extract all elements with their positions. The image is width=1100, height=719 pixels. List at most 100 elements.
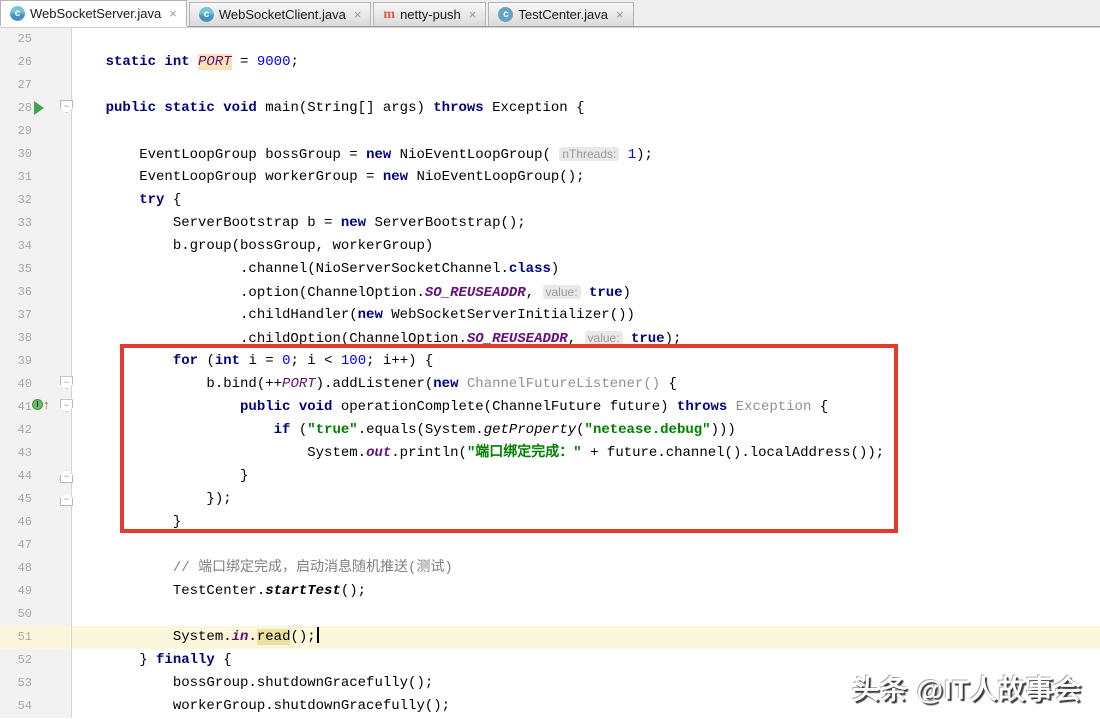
code-text[interactable]: for (int i = 0; i < 100; i++) { <box>72 350 433 373</box>
code-editor[interactable]: 2526 static int PORT = 9000;2728− public… <box>0 28 1100 719</box>
gutter[interactable]: 43 <box>0 442 72 465</box>
code-text[interactable]: } finally { <box>72 649 232 672</box>
code-text[interactable]: } <box>72 465 248 488</box>
code-text[interactable]: b.group(bossGroup, workerGroup) <box>72 235 433 258</box>
code-text[interactable]: TestCenter.startTest(); <box>72 580 366 603</box>
gutter[interactable]: 34 <box>0 235 72 258</box>
code-line[interactable]: 34 b.group(bossGroup, workerGroup) <box>0 235 1100 258</box>
gutter[interactable]: 41I↑− <box>0 396 72 419</box>
code-text[interactable]: // 端口绑定完成，启动消息随机推送(测试) <box>72 557 453 580</box>
tab-websocketserver-java[interactable]: cWebSocketServer.java× <box>0 0 187 26</box>
code-line[interactable]: 26 static int PORT = 9000; <box>0 51 1100 74</box>
code-line[interactable]: 31 EventLoopGroup workerGroup = new NioE… <box>0 166 1100 189</box>
gutter[interactable]: 52 <box>0 649 72 672</box>
gutter[interactable]: 26 <box>0 51 72 74</box>
code-line[interactable]: 35 .channel(NioServerSocketChannel.class… <box>0 258 1100 281</box>
code-line[interactable]: 27 <box>0 74 1100 97</box>
code-token: b.bind(++ <box>72 376 282 392</box>
gutter[interactable]: 40− <box>0 373 72 396</box>
code-text[interactable]: .option(ChannelOption.SO_REUSEADDR, valu… <box>72 281 631 305</box>
tab-testcenter-java[interactable]: cTestCenter.java× <box>488 2 633 26</box>
code-line[interactable]: 37 .childHandler(new WebSocketServerInit… <box>0 304 1100 327</box>
tab-websocketclient-java[interactable]: cWebSocketClient.java× <box>189 2 372 26</box>
tab-netty-push[interactable]: mnetty-push× <box>373 2 486 26</box>
code-line[interactable]: 49 TestCenter.startTest(); <box>0 580 1100 603</box>
gutter[interactable]: 42 <box>0 419 72 442</box>
gutter[interactable]: 38 <box>0 327 72 350</box>
gutter[interactable]: 31 <box>0 166 72 189</box>
code-line[interactable]: 42 if ("true".equals(System.getProperty(… <box>0 419 1100 442</box>
code-line[interactable]: 33 ServerBootstrap b = new ServerBootstr… <box>0 212 1100 235</box>
gutter[interactable]: 53 <box>0 672 72 695</box>
gutter[interactable]: 48 <box>0 557 72 580</box>
code-text[interactable]: System.out.println("端口绑定完成：" + future.ch… <box>72 442 884 465</box>
gutter[interactable]: 35 <box>0 258 72 281</box>
gutter[interactable]: 39 <box>0 350 72 373</box>
code-line[interactable]: 28− public static void main(String[] arg… <box>0 97 1100 120</box>
gutter[interactable]: 36 <box>0 281 72 304</box>
line-number: 25 <box>6 28 32 51</box>
code-text[interactable]: .childOption(ChannelOption.SO_REUSEADDR,… <box>72 327 681 351</box>
gutter[interactable]: 46 <box>0 511 72 534</box>
gutter[interactable]: 28− <box>0 97 72 120</box>
fold-icon[interactable]: − <box>60 100 73 113</box>
gutter[interactable]: 27 <box>0 74 72 97</box>
code-text[interactable]: workerGroup.shutdownGracefully(); <box>72 695 450 718</box>
code-line[interactable]: 39 for (int i = 0; i < 100; i++) { <box>0 350 1100 373</box>
gutter[interactable]: 51 <box>0 626 72 649</box>
gutter[interactable]: 29 <box>0 120 72 143</box>
gutter[interactable]: 44− <box>0 465 72 488</box>
code-text[interactable]: System.in.read(); <box>72 626 319 649</box>
code-line[interactable]: 38 .childOption(ChannelOption.SO_REUSEAD… <box>0 327 1100 350</box>
code-text[interactable]: public void operationComplete(ChannelFut… <box>72 396 828 419</box>
gutter[interactable]: 47 <box>0 534 72 557</box>
code-line[interactable]: 32 try { <box>0 189 1100 212</box>
code-line[interactable]: 41I↑− public void operationComplete(Chan… <box>0 396 1100 419</box>
close-icon[interactable]: × <box>616 7 624 22</box>
gutter[interactable]: 33 <box>0 212 72 235</box>
code-text[interactable]: }); <box>72 488 232 511</box>
code-line[interactable]: 30 EventLoopGroup bossGroup = new NioEve… <box>0 143 1100 166</box>
fold-icon[interactable]: − <box>60 470 73 483</box>
code-text[interactable]: EventLoopGroup bossGroup = new NioEventL… <box>72 143 653 167</box>
code-text[interactable]: public static void main(String[] args) t… <box>72 97 585 120</box>
code-line[interactable]: 50 <box>0 603 1100 626</box>
code-line[interactable]: 40− b.bind(++PORT).addListener(new Chann… <box>0 373 1100 396</box>
close-icon[interactable]: × <box>469 7 477 22</box>
code-text[interactable]: .channel(NioServerSocketChannel.class) <box>72 258 559 281</box>
code-line[interactable]: 45− }); <box>0 488 1100 511</box>
fold-icon[interactable]: − <box>60 493 73 506</box>
gutter[interactable]: 30 <box>0 143 72 166</box>
code-text[interactable]: b.bind(++PORT).addListener(new ChannelFu… <box>72 373 677 396</box>
gutter[interactable]: 32 <box>0 189 72 212</box>
code-text[interactable]: static int PORT = 9000; <box>72 51 299 74</box>
gutter[interactable]: 25 <box>0 28 72 51</box>
code-line[interactable]: 43 System.out.println("端口绑定完成：" + future… <box>0 442 1100 465</box>
code-text[interactable]: .childHandler(new WebSocketServerInitial… <box>72 304 635 327</box>
code-text[interactable]: if ("true".equals(System.getProperty("ne… <box>72 419 736 442</box>
close-icon[interactable]: × <box>354 7 362 22</box>
run-icon[interactable] <box>34 101 44 115</box>
code-text[interactable]: bossGroup.shutdownGracefully(); <box>72 672 433 695</box>
code-line[interactable]: 36 .option(ChannelOption.SO_REUSEADDR, v… <box>0 281 1100 304</box>
code-line[interactable]: 29 <box>0 120 1100 143</box>
fold-icon[interactable]: − <box>60 399 73 412</box>
close-icon[interactable]: × <box>169 6 177 21</box>
gutter[interactable]: 49 <box>0 580 72 603</box>
gutter[interactable]: 54 <box>0 695 72 718</box>
fold-icon[interactable]: − <box>60 376 73 389</box>
code-text[interactable]: EventLoopGroup workerGroup = new NioEven… <box>72 166 585 189</box>
code-line[interactable]: 44− } <box>0 465 1100 488</box>
code-text[interactable]: ServerBootstrap b = new ServerBootstrap(… <box>72 212 526 235</box>
code-text[interactable]: } <box>72 511 181 534</box>
code-text[interactable]: try { <box>72 189 181 212</box>
code-line[interactable]: 25 <box>0 28 1100 51</box>
gutter[interactable]: 50 <box>0 603 72 626</box>
implements-method-icon[interactable]: I↑ <box>32 399 50 410</box>
code-line[interactable]: 51 System.in.read(); <box>0 626 1100 649</box>
gutter[interactable]: 45− <box>0 488 72 511</box>
code-line[interactable]: 47 <box>0 534 1100 557</box>
code-line[interactable]: 48 // 端口绑定完成，启动消息随机推送(测试) <box>0 557 1100 580</box>
gutter[interactable]: 37 <box>0 304 72 327</box>
code-line[interactable]: 46 } <box>0 511 1100 534</box>
